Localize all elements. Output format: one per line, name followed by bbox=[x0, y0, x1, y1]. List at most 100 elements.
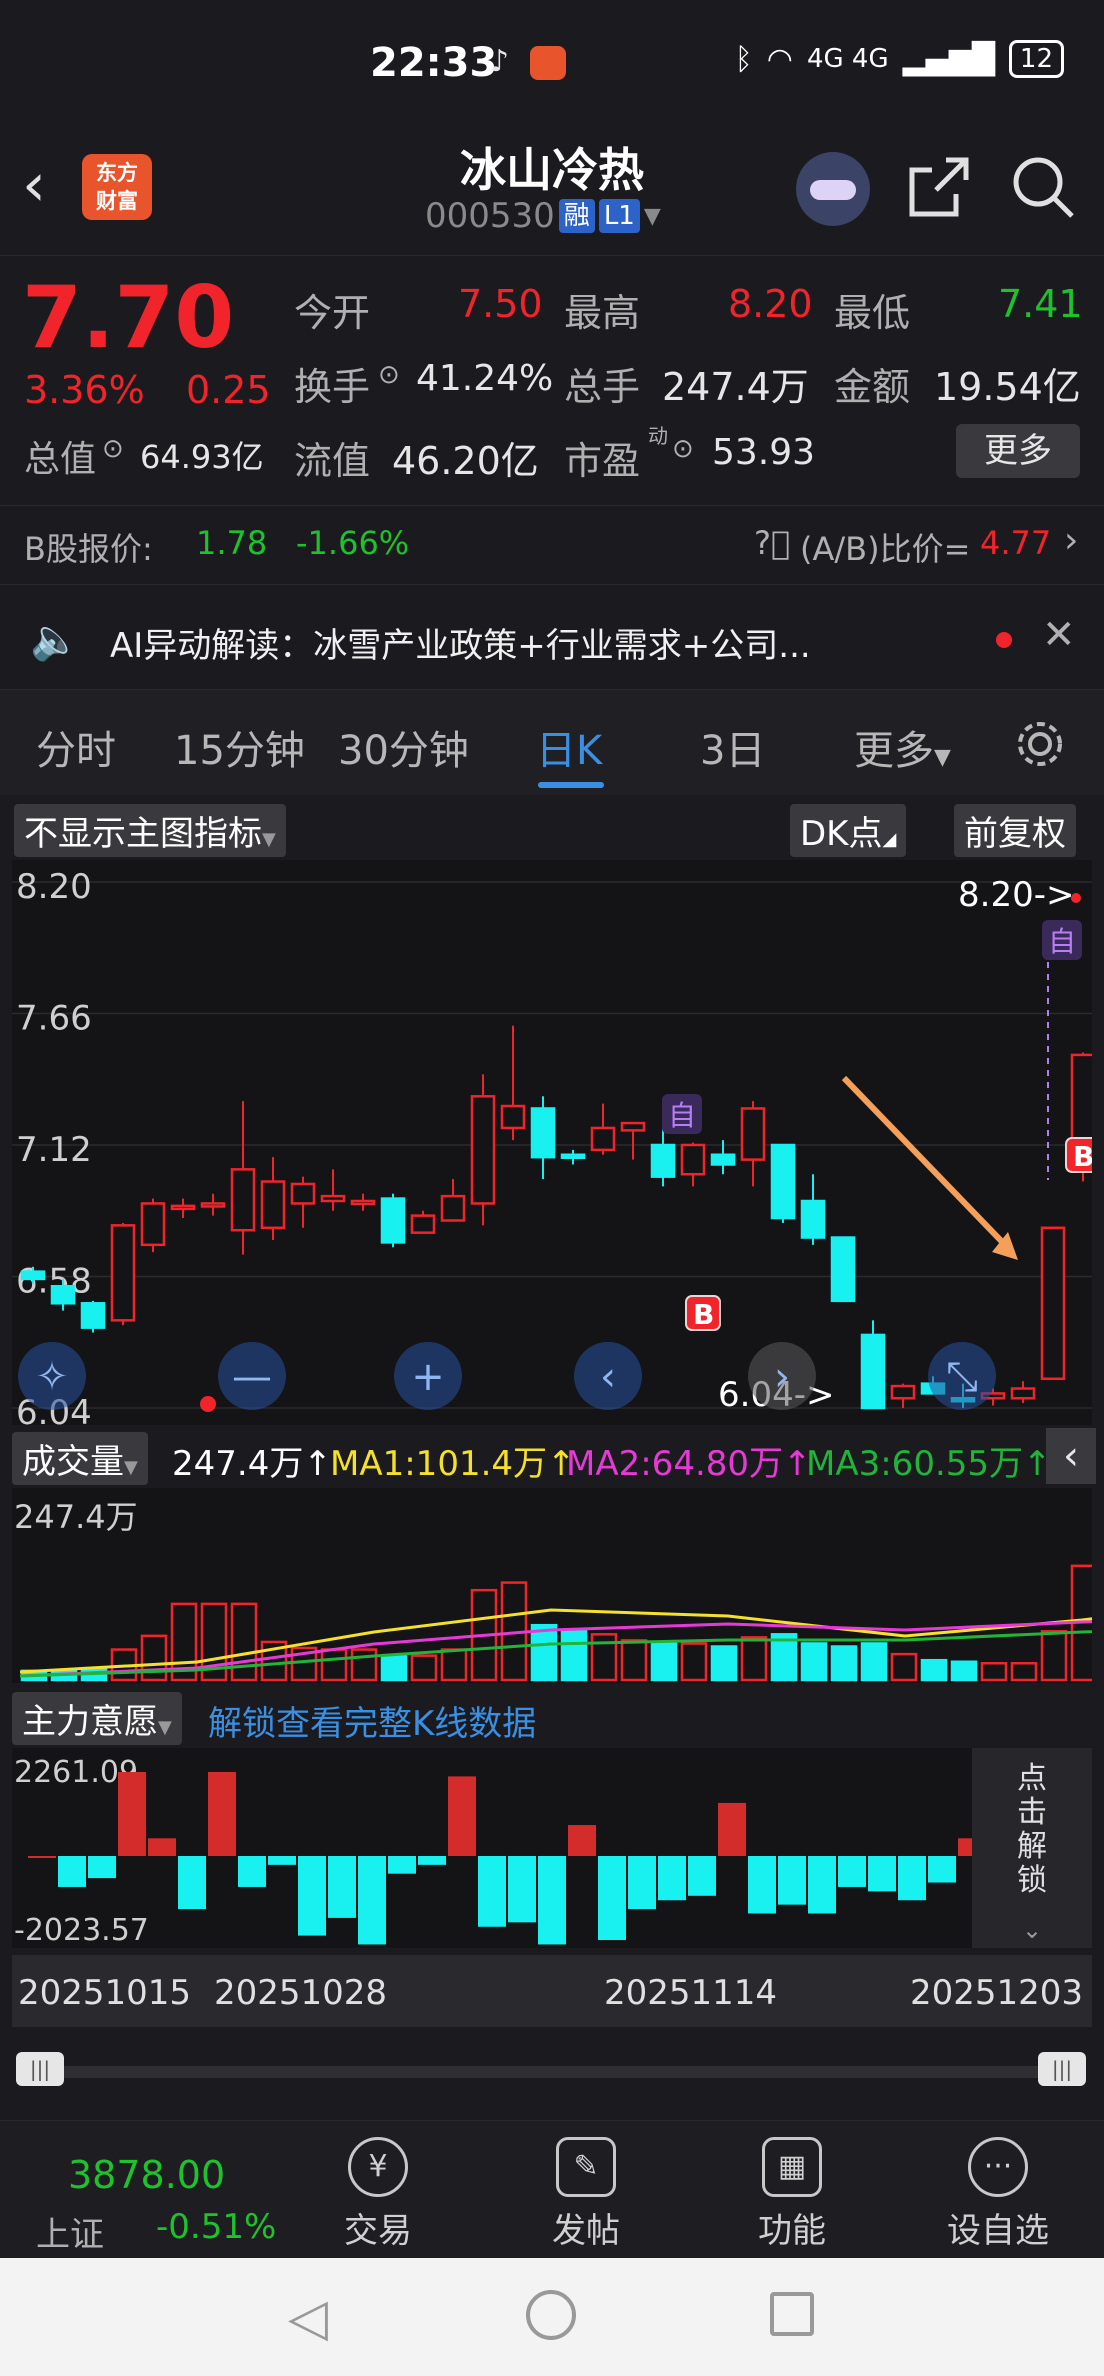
candlestick-chart[interactable]: 8.207.667.126.586.048.20->6.04->自自BB✧—+‹… bbox=[12, 860, 1092, 1425]
tab-fenshi[interactable]: 分时 bbox=[36, 718, 116, 776]
nav-home-icon[interactable] bbox=[526, 2290, 576, 2340]
robot-assistant-icon[interactable] bbox=[796, 152, 870, 226]
info-icon[interactable]: ⊙ bbox=[672, 434, 694, 464]
nav-back-icon[interactable]: ◁ bbox=[288, 2288, 328, 2348]
nav-functions[interactable]: ▦ 功能 bbox=[722, 2137, 862, 2252]
volume-bar bbox=[380, 1654, 408, 1682]
bluetooth-icon: ᛒ bbox=[734, 41, 753, 77]
candle-body bbox=[860, 1333, 886, 1410]
indicator-select[interactable]: 不显示主图指标▼ bbox=[14, 804, 286, 857]
main-force-select[interactable]: 主力意愿▼ bbox=[12, 1692, 182, 1745]
unlock-char: 击 bbox=[1017, 1795, 1047, 1830]
adjust-button[interactable]: 前复权 bbox=[954, 804, 1076, 857]
low-value: 7.41 bbox=[998, 282, 1083, 326]
tab-3day[interactable]: 3日 bbox=[700, 718, 765, 776]
candle-body bbox=[770, 1143, 796, 1220]
candle-body bbox=[380, 1197, 406, 1244]
stock-header: ‹ 东方 财富 冰山冷热 000530 融 L1 ▼ bbox=[0, 130, 1104, 250]
pan-right-button[interactable]: › bbox=[748, 1342, 816, 1410]
grid-button[interactable]: ✧ bbox=[18, 1342, 86, 1410]
info-icon[interactable]: ⊙ bbox=[102, 434, 124, 464]
chevron-right-icon: › bbox=[1064, 520, 1079, 561]
main-force-bar bbox=[448, 1776, 476, 1856]
unlock-panel[interactable]: 点击解锁 ⌄ bbox=[972, 1748, 1092, 1948]
corner-arrow-icon: ◢ bbox=[882, 829, 897, 850]
self-select-marker: 自 bbox=[662, 1094, 702, 1134]
candle-body bbox=[140, 1202, 166, 1247]
nav-post[interactable]: ✎ 发帖 bbox=[516, 2137, 656, 2252]
volume-bar bbox=[560, 1630, 588, 1682]
unread-dot bbox=[996, 632, 1012, 648]
volume-label: 总手 bbox=[564, 365, 641, 409]
collapse-icon[interactable]: ‹ bbox=[1046, 1428, 1096, 1484]
candle-body bbox=[170, 1204, 196, 1211]
nav-trade[interactable]: ¥ 交易 bbox=[308, 2137, 448, 2252]
unlock-char: 锁 bbox=[1017, 1863, 1047, 1898]
active-tab-indicator bbox=[538, 782, 604, 788]
tab-30min[interactable]: 30分钟 bbox=[338, 718, 469, 776]
gear-icon[interactable] bbox=[1014, 718, 1066, 770]
speaker-icon: 🔈 bbox=[30, 617, 80, 663]
zoom-in-button[interactable]: + bbox=[394, 1342, 462, 1410]
ab-ratio-value: 4.77 bbox=[980, 524, 1052, 562]
tab-daily-k[interactable]: 日K bbox=[536, 718, 602, 776]
candle-body bbox=[590, 1126, 616, 1152]
main-force-bar bbox=[808, 1856, 836, 1914]
self-select-marker: 自 bbox=[1042, 920, 1082, 960]
help-icon[interactable]: ?⃝ bbox=[754, 524, 790, 562]
volume-bar bbox=[410, 1654, 438, 1682]
index-name: 上证 bbox=[36, 2215, 104, 2255]
candle-body bbox=[110, 1224, 136, 1322]
ma2-value: MA2:64.80万↑ bbox=[566, 1444, 812, 1484]
more-button[interactable]: 更多 bbox=[956, 424, 1080, 478]
fullscreen-button[interactable]: ⤡ bbox=[928, 1342, 996, 1410]
svg-text:B: B bbox=[1073, 1140, 1092, 1173]
svg-text:✧: ✧ bbox=[35, 1354, 69, 1400]
index-value[interactable]: 3878.00 bbox=[68, 2153, 225, 2197]
candle-body bbox=[320, 1194, 346, 1203]
nav-recent-icon[interactable] bbox=[770, 2292, 814, 2336]
unlock-char: 解 bbox=[1017, 1829, 1047, 1864]
main-force-bar bbox=[328, 1856, 356, 1918]
zoom-out-button[interactable]: — bbox=[218, 1342, 286, 1410]
nav-functions-label: 功能 bbox=[758, 2211, 826, 2251]
amount-value: 19.54亿 bbox=[934, 365, 1081, 409]
unlock-kline-link[interactable]: 解锁查看完整K线数据 bbox=[208, 1696, 536, 1745]
nav-trade-label: 交易 bbox=[344, 2211, 412, 2251]
main-force-bar bbox=[658, 1856, 686, 1901]
y-tick-label: 7.66 bbox=[16, 999, 92, 1039]
y-tick-label: 8.20 bbox=[16, 867, 92, 907]
tab-more[interactable]: 更多▼ bbox=[854, 718, 951, 776]
volume-bar bbox=[230, 1602, 258, 1682]
main-force-bar bbox=[898, 1856, 926, 1901]
scroll-handle-left[interactable]: ||| bbox=[16, 2052, 64, 2086]
pe-value: 53.93 bbox=[712, 432, 816, 473]
close-icon[interactable]: ✕ bbox=[1042, 612, 1076, 658]
main-force-bar bbox=[628, 1856, 656, 1910]
volume-bar bbox=[320, 1648, 348, 1682]
share-icon[interactable] bbox=[906, 154, 972, 220]
float-label: 流值 bbox=[294, 439, 371, 483]
svg-text:‹: ‹ bbox=[600, 1354, 616, 1400]
bottom-nav: 3878.00 上证 -0.51% ¥ 交易 ✎ 发帖 ▦ 功能 ··· 设自选 bbox=[0, 2120, 1104, 2260]
nav-add-watchlist-label: 设自选 bbox=[947, 2211, 1049, 2251]
volume-select[interactable]: 成交量▼ bbox=[12, 1432, 148, 1485]
nav-add-watchlist[interactable]: ··· 设自选 bbox=[928, 2137, 1068, 2252]
date-label: 20251114 bbox=[604, 1973, 778, 2013]
main-force-bar bbox=[238, 1856, 266, 1887]
stock-code-row[interactable]: 000530 融 L1 ▼ bbox=[425, 196, 661, 236]
search-icon[interactable] bbox=[1010, 154, 1076, 220]
dk-select[interactable]: DK点◢ bbox=[790, 804, 907, 857]
candle-body bbox=[500, 1104, 526, 1130]
edit-icon: ✎ bbox=[556, 2137, 616, 2197]
info-icon[interactable]: ⊙ bbox=[378, 360, 400, 390]
ai-banner[interactable]: 🔈 AI异动解读：冰雪产业政策+行业需求+公司... ✕ bbox=[0, 590, 1104, 690]
turnover-value: 41.24% bbox=[416, 358, 554, 399]
volume-bar bbox=[830, 1645, 858, 1682]
pan-left-button[interactable]: ‹ bbox=[574, 1342, 642, 1410]
scroll-handle-right[interactable]: ||| bbox=[1038, 2052, 1086, 2086]
tab-15min[interactable]: 15分钟 bbox=[174, 718, 305, 776]
battery-icon: 12 bbox=[1008, 40, 1064, 78]
status-time: 22:33 bbox=[370, 40, 498, 86]
b-share-row[interactable]: B股报价: 1.78 -1.66% ?⃝ (A/B)比价= 4.77 › bbox=[0, 505, 1104, 585]
